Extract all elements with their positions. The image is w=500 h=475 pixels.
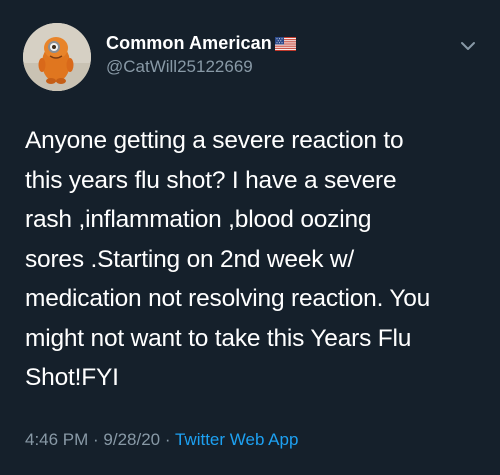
tweet-text: Anyone getting a severe reaction to this…: [25, 127, 431, 391]
tweet-source-link[interactable]: Twitter Web App: [175, 430, 298, 449]
tweet-time[interactable]: 4:46 PM: [25, 430, 88, 449]
chevron-down-icon[interactable]: [458, 36, 478, 56]
meta-separator: ·: [88, 430, 104, 449]
tweet-card: Common American @CatWill25122669 Anyone …: [0, 0, 500, 475]
author-handle[interactable]: @CatWill25122669: [106, 57, 253, 77]
author-display-name[interactable]: Common American: [106, 33, 272, 54]
orange-plush-avatar-icon: [23, 23, 91, 91]
author-name-row[interactable]: Common American: [106, 33, 296, 54]
us-flag-icon: [274, 36, 296, 51]
meta-separator: ·: [160, 430, 175, 449]
avatar[interactable]: [23, 23, 91, 91]
tweet-meta: 4:46 PM · 9/28/20 · Twitter Web App: [25, 430, 298, 450]
tweet-date[interactable]: 9/28/20: [103, 430, 160, 449]
